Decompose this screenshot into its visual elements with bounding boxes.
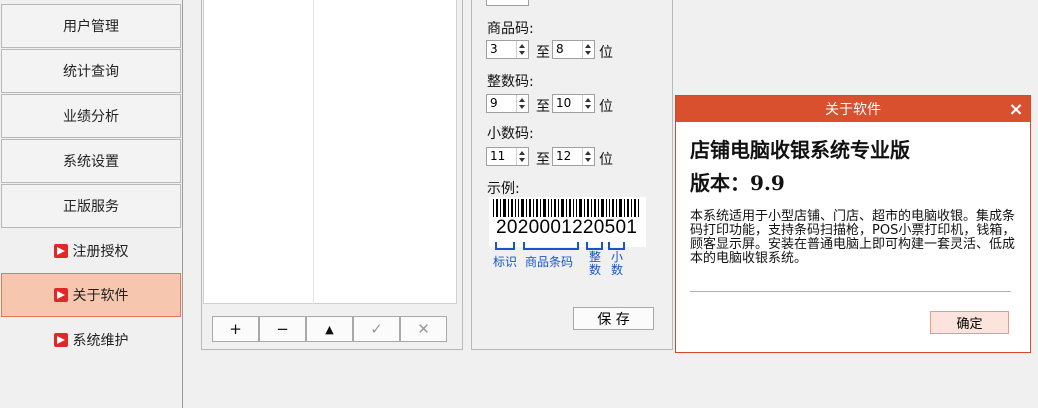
- sidebar-subitem-maintenance[interactable]: 系统维护: [1, 318, 181, 362]
- sidebar-item-label: 业绩分析: [63, 109, 119, 125]
- cancel-edit-button[interactable]: ✕: [400, 316, 447, 342]
- bracket-mark: [495, 242, 515, 250]
- sidebar-subitem-label: 关于软件: [72, 288, 129, 304]
- spin-value: 12: [556, 149, 572, 163]
- dialog-separator: [690, 291, 1011, 292]
- legend-integer: 整数: [589, 250, 602, 277]
- plus-icon: +: [229, 320, 242, 338]
- ok-button[interactable]: 确定: [930, 311, 1009, 334]
- move-up-button[interactable]: ▲: [306, 316, 353, 342]
- spin-value: 10: [556, 96, 572, 110]
- sidebar-subitem-label: 系统维护: [72, 333, 129, 349]
- red-arrow-icon: [53, 333, 68, 347]
- unit-label: 位: [599, 45, 613, 61]
- barcode-digits: 2020001220501: [496, 217, 638, 238]
- spin-value: 9: [490, 96, 498, 110]
- sidebar-subitem-about[interactable]: 关于软件: [1, 273, 181, 317]
- red-arrow-icon: [53, 288, 68, 302]
- legend-product: 商品条码: [525, 255, 574, 269]
- unit-label: 位: [599, 99, 613, 115]
- example-label: 示例:: [487, 181, 520, 197]
- spin-value: 3: [490, 42, 498, 56]
- legend-decimal: 小数: [611, 250, 624, 277]
- sidebar-item-settings[interactable]: 系统设置: [1, 139, 181, 183]
- to-label: 至: [536, 45, 550, 61]
- product-name: 店铺电脑收银系统专业版: [690, 138, 910, 162]
- spin-arrows-icon[interactable]: [516, 95, 528, 112]
- check-icon: ✓: [370, 320, 383, 338]
- to-label: 至: [536, 99, 550, 115]
- legend-mark: 标识: [493, 255, 518, 269]
- spin-arrows-icon[interactable]: [582, 41, 594, 58]
- sidebar-item-user-management[interactable]: 用户管理: [1, 4, 181, 48]
- list-column-divider: [313, 0, 314, 304]
- dialog-title: 关于软件: [676, 96, 1030, 122]
- sidebar-item-label: 系统设置: [63, 154, 119, 170]
- decimal-code-from-spinbox[interactable]: 11: [486, 147, 529, 166]
- product-description: 本系统适用于小型店铺、门店、超市的电脑收银。集成条码打印功能，支持条码扫描枪，P…: [690, 209, 1016, 266]
- decimal-code-label: 小数码:: [487, 126, 534, 142]
- spin-value: 11: [490, 149, 506, 163]
- sidebar-subitem-registration[interactable]: 注册授权: [1, 229, 181, 273]
- version-text: 版本：9.9: [690, 171, 785, 195]
- item-list[interactable]: [203, 0, 457, 304]
- decimal-code-to-spinbox[interactable]: 12: [552, 147, 595, 166]
- sidebar-item-performance[interactable]: 业绩分析: [1, 94, 181, 138]
- spin-arrows-icon[interactable]: [582, 148, 594, 165]
- arrow-up-icon: ▲: [325, 322, 334, 336]
- product-code-to-spinbox[interactable]: 8: [552, 40, 595, 59]
- sidebar-item-genuine-service[interactable]: 正版服务: [1, 184, 181, 228]
- remove-button[interactable]: −: [259, 316, 306, 342]
- minus-icon: −: [276, 320, 289, 338]
- sidebar-item-label: 统计查询: [63, 64, 119, 80]
- integer-code-label: 整数码:: [487, 74, 534, 90]
- to-label: 至: [536, 152, 550, 168]
- save-button[interactable]: 保 存: [573, 307, 654, 330]
- sidebar-item-statistics[interactable]: 统计查询: [1, 49, 181, 93]
- bracket-product: [523, 242, 579, 250]
- red-arrow-icon: [53, 244, 68, 258]
- integer-code-to-spinbox[interactable]: 10: [552, 94, 595, 113]
- truncated-spinbox[interactable]: [486, 0, 529, 6]
- sidebar-item-label: 正版服务: [63, 199, 119, 215]
- spin-arrows-icon[interactable]: [582, 95, 594, 112]
- close-icon[interactable]: ×: [1003, 96, 1029, 122]
- confirm-button[interactable]: ✓: [353, 316, 400, 342]
- spin-value: 8: [556, 42, 564, 56]
- integer-code-from-spinbox[interactable]: 9: [486, 94, 529, 113]
- x-icon: ✕: [417, 320, 430, 338]
- add-button[interactable]: +: [212, 316, 259, 342]
- bracket-decimal: [608, 242, 625, 250]
- barcode-example: 2020001220501: [489, 197, 646, 247]
- product-code-label: 商品码:: [487, 21, 534, 37]
- unit-label: 位: [599, 152, 613, 168]
- spin-arrows-icon[interactable]: [516, 41, 528, 58]
- product-code-from-spinbox[interactable]: 3: [486, 40, 529, 59]
- sidebar-item-label: 用户管理: [63, 19, 119, 35]
- bracket-integer: [586, 242, 603, 250]
- spin-arrows-icon[interactable]: [516, 148, 528, 165]
- sidebar-subitem-label: 注册授权: [72, 244, 129, 260]
